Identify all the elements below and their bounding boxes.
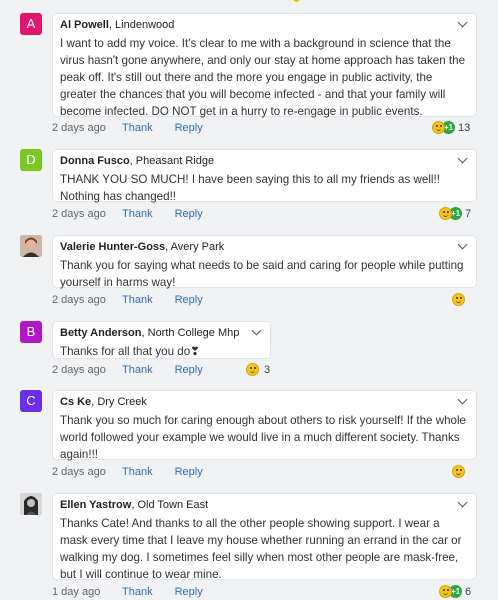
comment-text: Thank you for saying what needs to be sa… <box>60 259 464 289</box>
avatar-initial: A <box>26 16 36 31</box>
comment-actions: 2 days ago Thank Reply <box>52 364 225 376</box>
comment-bubble: Cs Ke, Dry Creek Thank you so much for c… <box>52 390 477 461</box>
reaction-count: 6 <box>465 585 472 598</box>
smile-icon <box>452 293 465 306</box>
profile-photo-icon <box>20 235 42 257</box>
thank-button[interactable]: Thank <box>122 466 153 478</box>
comment-text: Thank you so much for caring enough abou… <box>60 414 467 461</box>
comment-bubble: Al Powell, Lindenwood I want to add my v… <box>52 13 477 118</box>
comment-bubble: Donna Fusco, Pheasant Ridge THANK YOU SO… <box>52 149 477 203</box>
author-place: Dry Creek <box>97 396 147 408</box>
comment-text: I want to add my voice. It's clear to me… <box>60 37 466 118</box>
thank-button[interactable]: Thank <box>122 208 153 220</box>
comment-actions: 2 days ago Thank Reply <box>52 294 225 306</box>
timestamp: 2 days ago <box>52 122 106 134</box>
timestamp: 2 days ago <box>52 466 106 478</box>
reply-button[interactable]: Reply <box>175 208 203 220</box>
timestamp: 2 days ago <box>52 208 106 220</box>
avatar[interactable] <box>20 493 42 515</box>
thank-button[interactable]: Thank <box>122 294 153 306</box>
avatar[interactable] <box>20 235 42 257</box>
thank-button[interactable]: Thank <box>122 122 153 134</box>
comment-bubble: Valerie Hunter-Goss, Avery Park Thank yo… <box>52 235 477 289</box>
reaction-count: 13 <box>458 121 471 134</box>
comment-bubble: Ellen Yastrow, Old Town East Thanks Cate… <box>52 493 477 581</box>
reply-button[interactable]: Reply <box>175 294 203 306</box>
avatar[interactable]: B <box>20 321 42 343</box>
timestamp: 1 day ago <box>52 586 101 598</box>
timestamp: 2 days ago <box>52 364 106 376</box>
comment-actions: 2 days ago Thank Reply <box>52 208 225 220</box>
author-name[interactable]: Ellen Yastrow <box>60 499 131 511</box>
reaction-summary[interactable]: +1 6 <box>439 585 471 598</box>
reaction-summary[interactable] <box>452 293 465 306</box>
avatar[interactable]: C <box>20 390 42 412</box>
author-name[interactable]: Donna Fusco <box>60 155 130 167</box>
reaction-summary[interactable]: +1 13 <box>432 121 470 134</box>
smile-icon <box>432 121 445 134</box>
reaction-summary[interactable] <box>452 465 465 478</box>
avatar-initial: B <box>26 324 36 339</box>
smile-icon <box>246 363 259 376</box>
reply-button[interactable]: Reply <box>175 364 203 376</box>
comment-actions: 2 days ago Thank Reply <box>52 122 225 134</box>
author-place: Avery Park <box>170 241 225 253</box>
comment-actions: 2 days ago Thank Reply <box>52 466 225 478</box>
avatar[interactable]: D <box>20 149 42 171</box>
author-name[interactable]: Al Powell <box>60 19 109 31</box>
timestamp: 2 days ago <box>52 294 106 306</box>
reply-button[interactable]: Reply <box>175 122 203 134</box>
thank-button[interactable]: Thank <box>122 586 153 598</box>
comment-text: Thanks Cate! And thanks to all the other… <box>60 517 462 581</box>
author-place: Lindenwood <box>115 19 175 31</box>
author-name[interactable]: Cs Ke <box>60 396 91 408</box>
avatar[interactable]: A <box>20 13 42 35</box>
author-name[interactable]: Valerie Hunter-Goss <box>60 241 165 253</box>
reply-button[interactable]: Reply <box>175 586 203 598</box>
author-place: Old Town East <box>137 499 209 511</box>
reaction-summary[interactable]: +1 7 <box>439 207 471 220</box>
smile-icon <box>439 585 452 598</box>
comment-actions: 1 day ago Thank Reply <box>52 586 225 598</box>
reaction-indicator-partial <box>293 0 300 2</box>
reply-button[interactable]: Reply <box>175 466 203 478</box>
reaction-count: 3 <box>264 363 271 376</box>
smile-icon <box>452 465 465 478</box>
smile-icon <box>439 207 452 220</box>
avatar-initial: D <box>26 152 36 167</box>
comment-bubble: Betty Anderson, North College Mhp Thanks… <box>52 321 271 359</box>
comment-text: Thanks for all that you do❣ <box>60 345 200 358</box>
reaction-summary[interactable]: 3 <box>246 363 270 376</box>
thank-button[interactable]: Thank <box>122 364 153 376</box>
author-name[interactable]: Betty Anderson <box>60 327 142 339</box>
author-place: Pheasant Ridge <box>135 155 215 167</box>
profile-photo-icon <box>20 493 42 515</box>
reaction-count: 7 <box>465 207 472 220</box>
author-place: North College Mhp <box>147 327 240 339</box>
comment-text: THANK YOU SO MUCH! I have been saying th… <box>60 173 440 203</box>
avatar-initial: C <box>26 393 36 408</box>
